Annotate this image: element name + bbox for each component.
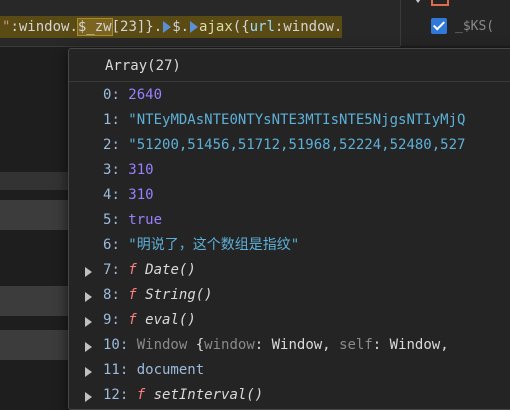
object-type: Window xyxy=(136,337,188,353)
entry-colon: : xyxy=(111,87,129,103)
entry-key: 12 xyxy=(103,387,120,403)
code-token: :window. xyxy=(274,19,343,35)
entry-colon: : xyxy=(119,337,137,353)
object-colon: : xyxy=(372,337,390,353)
function-name: String() xyxy=(145,287,213,303)
popover-title: Array(27) xyxy=(69,49,510,82)
array-entry-row: 5: true xyxy=(69,208,510,233)
code-token: [23]} xyxy=(111,19,154,35)
array-entry-row[interactable]: 11: document xyxy=(69,358,510,383)
array-entry-row: 0: 2640 xyxy=(69,83,510,108)
entry-value: true xyxy=(128,212,163,228)
entry-key: 10 xyxy=(103,337,120,353)
entry-colon: : xyxy=(111,287,129,303)
entry-colon: : xyxy=(111,162,129,178)
object-colon: : xyxy=(254,337,272,353)
code-token: . xyxy=(153,19,163,35)
array-entry-row: 6: "明说了，这个数组是指纹" xyxy=(69,233,510,258)
entry-colon: : xyxy=(111,187,129,203)
expand-arrow-icon[interactable] xyxy=(85,392,92,402)
expand-arrow-icon[interactable] xyxy=(85,267,92,277)
expand-arrow-icon[interactable] xyxy=(85,317,92,327)
entry-value: "51200,51456,51712,51968,52224,52480,527 xyxy=(128,137,466,153)
array-entry-row[interactable]: 10: Window {window: Window, self: Window… xyxy=(69,333,510,358)
entry-key: 11 xyxy=(103,362,120,378)
object-brace: { xyxy=(195,337,205,353)
object-key: self xyxy=(339,337,373,353)
array-entry-row: 3: 310 xyxy=(69,158,510,183)
code-token: $. xyxy=(172,19,190,35)
entry-colon: : xyxy=(111,137,129,153)
scope-checkbox-row[interactable]: _$KS( xyxy=(431,16,494,36)
code-property: url xyxy=(249,19,275,35)
array-entry-row: 1: "NTEyMDAsNTE0NTYsNTE3MTIsNTE5NjgsNTIy… xyxy=(69,108,510,133)
hovered-token[interactable]: $_zw xyxy=(76,18,113,36)
entry-colon: : xyxy=(111,262,129,278)
code-function: ajax xyxy=(199,19,233,35)
entry-colon: : xyxy=(111,237,129,253)
object-value: Window, xyxy=(271,337,331,353)
scope-pane: _$KS( xyxy=(400,0,510,46)
object-key: window xyxy=(204,337,255,353)
entry-colon: : xyxy=(119,362,137,378)
entry-value: document xyxy=(136,362,205,378)
function-tag: f xyxy=(128,312,137,328)
object-value: Window, xyxy=(389,337,449,353)
array-entry-row: 4: 310 xyxy=(69,183,510,208)
array-entry-row[interactable]: 7: f Date() xyxy=(69,258,510,283)
array-entry-row[interactable]: 9: f eval() xyxy=(69,308,510,333)
expand-arrow-icon[interactable] xyxy=(85,292,92,302)
object-icon xyxy=(431,0,449,6)
function-tag: f xyxy=(128,262,137,278)
entry-value: 310 xyxy=(128,187,154,203)
code-token: :window. xyxy=(10,19,78,35)
entry-value: "NTEyMDAsNTE0NTYsNTE3MTIsNTE5NjgsNTIyMjQ xyxy=(128,112,466,128)
entry-colon: : xyxy=(111,212,129,228)
array-entry-row[interactable]: 8: f String() xyxy=(69,283,510,308)
entry-value: "明说了，这个数组是指纹" xyxy=(128,237,300,253)
function-tag: f xyxy=(128,287,137,303)
function-name: setInterval() xyxy=(153,387,264,403)
entry-value: 2640 xyxy=(128,87,163,103)
function-tag: f xyxy=(136,387,146,403)
array-entry-row[interactable]: 12: f setInterval() xyxy=(69,383,510,408)
source-code-strip: ":window.$_zw[23]}. $. ajax({url:window. xyxy=(0,0,400,47)
function-name: Date() xyxy=(145,262,196,278)
expand-arrow-icon[interactable] xyxy=(85,367,92,377)
entry-colon: : xyxy=(111,112,129,128)
entry-colon: : xyxy=(119,387,137,403)
entry-colon: : xyxy=(111,312,129,328)
breakpoint-arrow-icon[interactable] xyxy=(190,21,199,33)
scope-variable-label: _$KS( xyxy=(455,18,495,34)
checkbox[interactable] xyxy=(431,18,447,34)
array-entry-row: 2: "51200,51456,51712,51968,52224,52480,… xyxy=(69,133,510,158)
expand-arrow-icon[interactable] xyxy=(85,342,92,352)
collapse-arrow-icon[interactable] xyxy=(413,0,423,3)
highlighted-code-line: ":window.$_zw[23]}. $. ajax({url:window. xyxy=(0,16,343,38)
breakpoint-arrow-icon[interactable] xyxy=(163,21,172,33)
array-entries: 0: 2640 1: "NTEyMDAsNTE0NTYsNTE3MTIsNTE5N… xyxy=(69,83,510,408)
hover-popover: Array(27) 0: 2640 1: "NTEyMDAsNTE0NTYsNTE… xyxy=(68,48,510,410)
code-token: ({ xyxy=(232,19,250,35)
entry-value: 310 xyxy=(128,162,154,178)
function-name: eval() xyxy=(145,312,196,328)
